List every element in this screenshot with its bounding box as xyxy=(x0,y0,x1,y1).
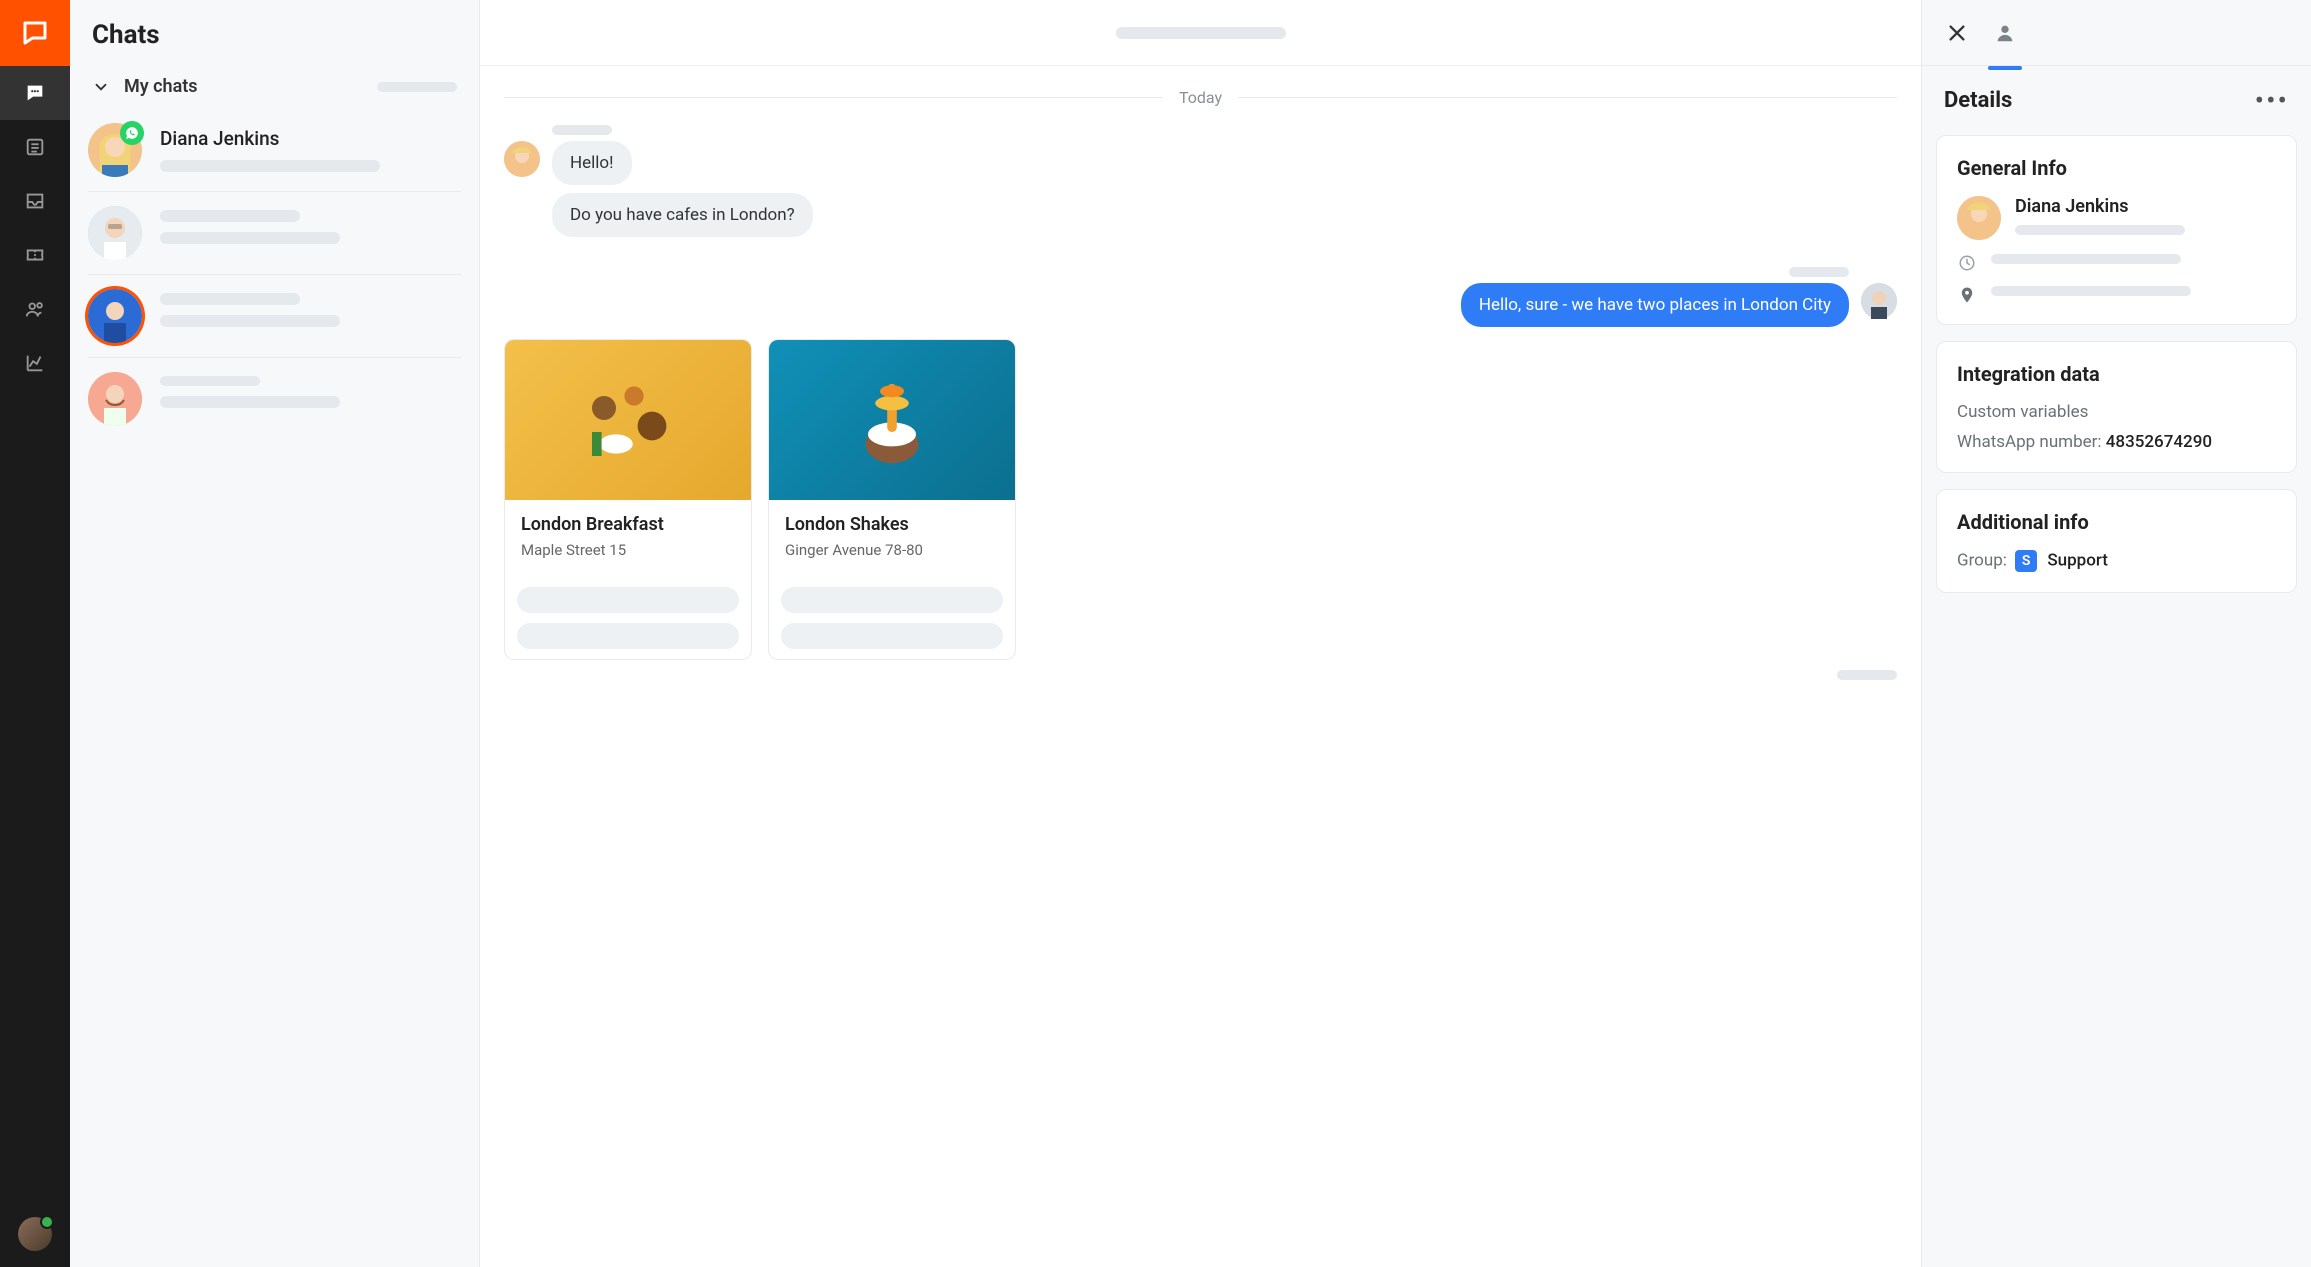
whatsapp-badge-icon xyxy=(120,121,144,145)
details-header: Details ••• xyxy=(1922,66,2311,135)
conversation-header xyxy=(480,0,1921,66)
chat-preview-skeleton xyxy=(160,232,340,244)
nav-list[interactable] xyxy=(0,120,70,174)
card-subtitle: Ginger Avenue 78-80 xyxy=(785,541,999,559)
card-action-skeleton xyxy=(781,623,1003,649)
details-tabs xyxy=(1922,0,2311,66)
visitor-name: Diana Jenkins xyxy=(2015,196,2276,217)
date-divider: Today xyxy=(504,88,1897,107)
timestamp-skeleton xyxy=(1789,267,1849,277)
nav-inbox[interactable] xyxy=(0,174,70,228)
general-info-card: General Info Diana Jenkins xyxy=(1936,135,2297,325)
nav-tickets[interactable] xyxy=(0,228,70,282)
chat-row[interactable]: Diana Jenkins xyxy=(70,109,479,191)
whatsapp-number-row: WhatsApp number: 48352674290 xyxy=(1957,432,2276,452)
message-outgoing: Hello, sure - we have two places in Lond… xyxy=(504,283,1897,327)
integration-data-card: Integration data Custom variables WhatsA… xyxy=(1936,341,2297,473)
avatar xyxy=(88,206,142,260)
card-image xyxy=(505,340,751,500)
group-badge: S xyxy=(2015,550,2037,572)
card-subtitle: Maple Street 15 xyxy=(521,541,735,559)
conv-title-skeleton xyxy=(1116,27,1286,39)
message-bubble: Do you have cafes in London? xyxy=(552,193,813,237)
chat-row[interactable] xyxy=(70,358,479,440)
chat-list-panel: Chats My chats Diana Jenkins xyxy=(70,0,480,1267)
section-count-skeleton xyxy=(377,82,457,92)
nav-team[interactable] xyxy=(0,282,70,336)
chevron-down-icon xyxy=(92,78,110,96)
location-skeleton xyxy=(1991,286,2191,296)
card-image xyxy=(769,340,1015,500)
card-action-skeleton xyxy=(517,587,739,613)
page-title: Chats xyxy=(70,0,479,64)
avatar xyxy=(88,289,142,343)
nav-chats[interactable] xyxy=(0,66,70,120)
chat-name-skeleton xyxy=(160,210,300,222)
sender-avatar xyxy=(504,141,540,177)
card-heading: General Info xyxy=(1957,156,2276,180)
agent-avatar xyxy=(1861,283,1897,319)
more-menu-button[interactable]: ••• xyxy=(2255,84,2289,117)
additional-info-card: Additional info Group: S Support xyxy=(1936,489,2297,593)
ticket-icon xyxy=(24,244,46,266)
card-heading: Additional info xyxy=(1957,510,2276,534)
chat-preview-skeleton xyxy=(160,160,380,172)
message-bubble: Hello, sure - we have two places in Lond… xyxy=(1461,283,1849,327)
nav-reports[interactable] xyxy=(0,336,70,390)
people-icon xyxy=(24,298,46,320)
avatar xyxy=(88,372,142,426)
chart-icon xyxy=(24,352,46,374)
conversation-body: Today Hello! Do you have cafes in London… xyxy=(480,66,1921,1267)
inbox-icon xyxy=(24,190,46,212)
chat-row[interactable] xyxy=(70,192,479,274)
chat-name-skeleton xyxy=(160,293,300,305)
clock-icon xyxy=(1958,254,1976,272)
chat-name: Diana Jenkins xyxy=(160,127,461,150)
card-title: London Shakes xyxy=(785,514,999,535)
group-row: Group: S Support xyxy=(1957,550,2276,572)
visitor-email-skeleton xyxy=(2015,225,2185,235)
chat-row[interactable] xyxy=(70,275,479,357)
person-icon xyxy=(1994,22,2016,44)
time-skeleton xyxy=(1991,254,2181,264)
visitor-avatar xyxy=(1957,196,2001,240)
place-card[interactable]: London Shakes Ginger Avenue 78-80 xyxy=(768,339,1016,660)
nav-rail xyxy=(0,0,70,1267)
chat-preview-skeleton xyxy=(160,315,340,327)
card-action-skeleton xyxy=(517,623,739,649)
current-user-avatar[interactable] xyxy=(18,1217,52,1251)
list-icon xyxy=(24,136,46,158)
close-icon xyxy=(1946,22,1968,44)
card-action-skeleton xyxy=(781,587,1003,613)
details-panel: Details ••• General Info Diana Jenkins I… xyxy=(1921,0,2311,1267)
location-icon xyxy=(1958,286,1976,304)
conversation-panel: Today Hello! Do you have cafes in London… xyxy=(480,0,1921,1267)
timestamp-skeleton xyxy=(552,125,612,135)
message-incoming: Hello! Do you have cafes in London? xyxy=(504,141,1897,237)
chat-name-skeleton xyxy=(160,376,260,386)
chat-icon xyxy=(24,82,46,104)
card-carousel: London Breakfast Maple Street 15 London … xyxy=(504,339,1897,660)
tab-visitor[interactable] xyxy=(1990,18,2020,48)
timestamp-skeleton xyxy=(1837,670,1897,680)
place-card[interactable]: London Breakfast Maple Street 15 xyxy=(504,339,752,660)
custom-variables-label: Custom variables xyxy=(1957,402,2276,422)
message-bubble: Hello! xyxy=(552,141,632,185)
chat-preview-skeleton xyxy=(160,396,340,408)
section-toggle-my-chats[interactable]: My chats xyxy=(70,64,479,109)
section-title: My chats xyxy=(124,76,198,97)
close-details-button[interactable] xyxy=(1942,18,1972,48)
app-logo xyxy=(0,0,70,66)
card-title: London Breakfast xyxy=(521,514,735,535)
card-heading: Integration data xyxy=(1957,362,2276,386)
chat-bubble-logo-icon xyxy=(20,18,50,48)
